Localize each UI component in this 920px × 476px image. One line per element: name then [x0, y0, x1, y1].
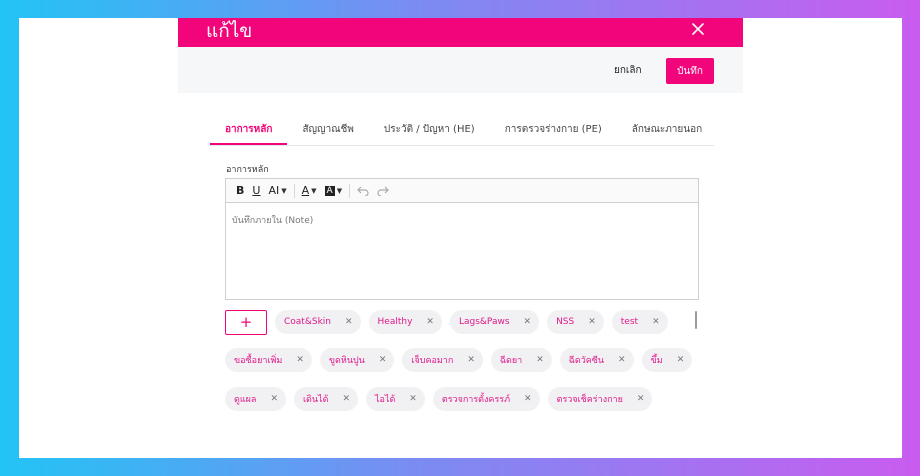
tab-physical-exam[interactable]: การตรวจร่างกาย (PE)	[490, 117, 617, 145]
edit-modal: แก้ไข ยกเลิก บันทึก อาการหลัก สัญญาณชีพ …	[178, 18, 743, 458]
tag-chip-label: ตรวจเช็คร่างกาย	[556, 395, 623, 405]
remove-icon[interactable]: ✕	[296, 355, 304, 365]
editor-content[interactable]: บันทึกภายใน (Note)	[226, 203, 698, 237]
tag-chip-label: ขอซื้อยาเพิ่ม	[234, 356, 283, 366]
remove-icon[interactable]: ✕	[637, 394, 645, 404]
remove-icon[interactable]: ✕	[342, 394, 350, 404]
tag-chip[interactable]: ขูดหินปูน ✕	[319, 348, 395, 372]
tag-chip[interactable]: NSS ✕	[547, 310, 604, 334]
tag-chip-label: เจ็บคอมาก	[411, 356, 454, 366]
cancel-button[interactable]: ยกเลิก	[614, 61, 642, 81]
chip-row-3: ดูแผล ✕ เดินได้ ✕ ไอได้ ✕ ตรวจการตั้งครรภ์ ✕…	[225, 387, 660, 411]
tag-chip-label: Healthy	[377, 317, 413, 327]
tag-chip-label: ดูแผล	[234, 395, 257, 405]
tag-chip-label: ขูดหินปูน	[328, 356, 365, 366]
tag-chip[interactable]: ดูแผล ✕	[225, 387, 286, 411]
tag-chip-label: Coat&Skin	[284, 317, 331, 327]
save-button[interactable]: บันทึก	[666, 58, 714, 84]
font-color-icon: A	[301, 184, 310, 197]
remove-icon[interactable]: ✕	[345, 317, 353, 327]
tag-chip[interactable]: เดินได้ ✕	[293, 387, 358, 411]
tag-chip[interactable]: ขึ้ม ✕	[641, 348, 693, 372]
redo-icon	[377, 186, 389, 196]
chevron-down-icon: ▼	[336, 186, 343, 195]
tag-chip-label: NSS	[556, 317, 575, 327]
tag-chip[interactable]: ตรวจเช็คร่างกาย ✕	[547, 387, 653, 411]
tag-chip[interactable]: เจ็บคอมาก ✕	[402, 348, 483, 372]
remove-icon[interactable]: ✕	[524, 317, 532, 327]
chevron-down-icon: ▼	[281, 186, 287, 195]
tag-chip-label: ขึ้ม	[650, 356, 663, 366]
remove-icon[interactable]: ✕	[467, 355, 475, 365]
tab-chief-complaint[interactable]: อาการหลัก	[210, 117, 288, 145]
tag-chip-label: เดินได้	[302, 395, 329, 405]
tag-chip[interactable]: ไอได้ ✕	[365, 387, 425, 411]
tag-chip-label: Lags&Paws	[458, 317, 510, 327]
tag-chip[interactable]: Lags&Paws ✕	[449, 310, 540, 334]
tag-chip-label: ตรวจการตั้งครรภ์	[441, 395, 511, 405]
underline-icon: U	[252, 184, 261, 197]
tab-appearance[interactable]: ลักษณะภายนอก	[617, 117, 717, 145]
redo-button[interactable]	[373, 182, 393, 200]
font-size-button[interactable]: AI ▼	[264, 182, 290, 200]
remove-icon[interactable]: ✕	[524, 394, 532, 404]
font-color-button[interactable]: A ▼	[298, 182, 321, 200]
modal-header: แก้ไข	[178, 18, 743, 47]
tab-vital-signs[interactable]: สัญญาณชีพ	[287, 117, 368, 145]
undo-icon	[357, 186, 369, 196]
remove-icon[interactable]: ✕	[588, 317, 596, 327]
tag-chip[interactable]: ฉีดยา ✕	[490, 348, 552, 372]
highlight-icon: A	[324, 185, 335, 196]
tab-bar: อาการหลัก สัญญาณชีพ ประวัติ / ปัญหา (HE)…	[210, 117, 714, 146]
remove-icon[interactable]: ✕	[536, 355, 544, 365]
tag-chip-label: test	[620, 317, 639, 327]
rich-text-editor: B U AI ▼ A ▼ A ▼ บันทึกภายใน (Note)	[225, 178, 699, 300]
tag-chip[interactable]: Coat&Skin ✕	[275, 310, 361, 334]
field-label: อาการหลัก	[226, 165, 269, 175]
add-tag-button[interactable]: +	[225, 310, 267, 335]
undo-button[interactable]	[353, 182, 373, 200]
remove-icon[interactable]: ✕	[379, 355, 387, 365]
toolbar-divider	[349, 183, 351, 198]
toolbar-divider	[293, 183, 295, 198]
chevron-down-icon: ▼	[311, 186, 317, 195]
chip-list-scrollbar[interactable]	[695, 311, 697, 329]
remove-icon[interactable]: ✕	[618, 355, 626, 365]
tag-chip[interactable]: ตรวจการตั้งครรภ์ ✕	[432, 387, 540, 411]
chip-row-2: ขอซื้อยาเพิ่ม ✕ ขูดหินปูน ✕ เจ็บคอมาก ✕ ฉีด…	[225, 348, 700, 372]
tag-chip[interactable]: ฉีดวัคซีน ✕	[559, 348, 634, 372]
bold-icon: B	[236, 184, 245, 197]
bold-button[interactable]: B	[232, 182, 248, 200]
remove-icon[interactable]: ✕	[409, 394, 417, 404]
page-canvas: แก้ไข ยกเลิก บันทึก อาการหลัก สัญญาณชีพ …	[19, 18, 902, 458]
tab-history[interactable]: ประวัติ / ปัญหา (HE)	[369, 117, 490, 145]
remove-icon[interactable]: ✕	[426, 317, 434, 327]
underline-button[interactable]: U	[248, 182, 264, 200]
editor-toolbar: B U AI ▼ A ▼ A ▼	[226, 179, 698, 203]
close-icon[interactable]	[691, 22, 705, 36]
remove-icon[interactable]: ✕	[652, 317, 660, 327]
font-size-icon: AI	[268, 184, 280, 197]
tag-chip-label: ฉีดวัคซีน	[568, 356, 605, 366]
action-bar: ยกเลิก บันทึก	[178, 47, 743, 93]
remove-icon[interactable]: ✕	[677, 355, 685, 365]
tag-chip[interactable]: test ✕	[611, 310, 668, 334]
tag-chip-label: ฉีดยา	[499, 356, 523, 366]
remove-icon[interactable]: ✕	[270, 394, 278, 404]
chip-row-1: + Coat&Skin ✕ Healthy ✕ Lags&Paws ✕ NSS ✕ te…	[225, 310, 676, 335]
modal-title: แก้ไข	[206, 20, 253, 42]
tag-chip[interactable]: Healthy ✕	[368, 310, 442, 334]
tag-chip[interactable]: ขอซื้อยาเพิ่ม ✕	[225, 348, 312, 372]
tag-chip-label: ไอได้	[374, 395, 396, 405]
highlight-button[interactable]: A ▼	[321, 182, 347, 200]
